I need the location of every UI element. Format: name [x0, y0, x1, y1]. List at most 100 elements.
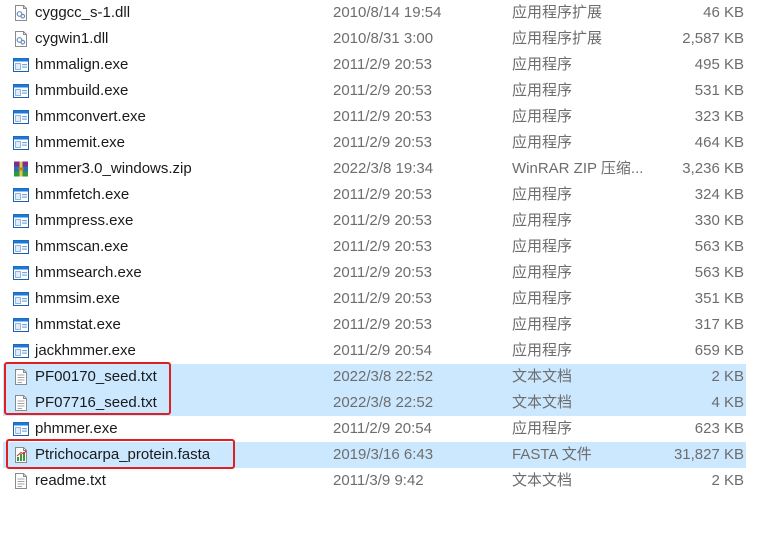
exe-icon — [12, 260, 30, 286]
file-name: hmmer3.0_windows.zip — [35, 160, 192, 177]
file-date-modified: 2011/2/9 20:53 — [333, 212, 432, 229]
file-date-modified: 2022/3/8 22:52 — [333, 368, 434, 385]
file-type: 应用程序 — [512, 342, 573, 359]
file-name: hmmstat.exe — [35, 316, 121, 333]
exe-icon — [12, 234, 30, 260]
file-name: hmmscan.exe — [35, 238, 129, 255]
file-name: jackhmmer.exe — [35, 342, 136, 359]
file-date-modified: 2011/2/9 20:53 — [333, 316, 432, 333]
file-type: 应用程序 — [512, 134, 573, 151]
file-date-modified: 2022/3/8 19:34 — [333, 160, 434, 177]
file-type: 文本文档 — [512, 368, 573, 385]
file-name: hmmalign.exe — [35, 56, 129, 73]
file-date-modified: 2011/2/9 20:53 — [333, 82, 432, 99]
file-name: hmmsearch.exe — [35, 264, 142, 281]
file-name: hmmbuild.exe — [35, 82, 129, 99]
file-date-modified: 2011/2/9 20:53 — [333, 186, 432, 203]
exe-icon — [12, 78, 30, 104]
file-date-modified: 2010/8/14 19:54 — [333, 4, 442, 21]
file-row[interactable]: cyggcc_s-1.dll 2010/8/14 19:54 应用程序扩展 46 KB — [0, 0, 782, 26]
exe-icon — [12, 286, 30, 312]
file-size: 563 KB — [694, 238, 744, 255]
file-size: 351 KB — [694, 290, 744, 307]
file-name: readme.txt — [35, 472, 106, 489]
file-name: hmmfetch.exe — [35, 186, 130, 203]
file-row[interactable]: hmmfetch.exe 2011/2/9 20:53 应用程序 324 KB — [0, 182, 782, 208]
file-row[interactable]: jackhmmer.exe 2011/2/9 20:54 应用程序 659 KB — [0, 338, 782, 364]
exe-icon — [12, 52, 30, 78]
file-size: 31,827 KB — [673, 446, 744, 463]
file-type: WinRAR ZIP 压缩... — [512, 160, 644, 177]
file-type: 应用程序 — [512, 238, 573, 255]
file-name: hmmpress.exe — [35, 212, 134, 229]
annotation-box-seed-files — [4, 362, 171, 415]
file-name: hmmconvert.exe — [35, 108, 146, 125]
file-size: 2 KB — [711, 472, 744, 489]
file-row[interactable]: hmmemit.exe 2011/2/9 20:53 应用程序 464 KB — [0, 130, 782, 156]
file-row[interactable]: hmmalign.exe 2011/2/9 20:53 应用程序 495 KB — [0, 52, 782, 78]
file-row[interactable]: cygwin1.dll 2010/8/31 3:00 应用程序扩展 2,587 KB — [0, 26, 782, 52]
file-size: 563 KB — [694, 264, 744, 281]
exe-icon — [12, 104, 30, 130]
file-name: hmmsim.exe — [35, 290, 121, 307]
file-date-modified: 2011/3/9 9:42 — [333, 472, 424, 489]
file-size: 531 KB — [694, 82, 744, 99]
file-date-modified: 2011/2/9 20:54 — [333, 342, 432, 359]
file-type: 应用程序 — [512, 108, 573, 125]
file-row[interactable]: hmmbuild.exe 2011/2/9 20:53 应用程序 531 KB — [0, 78, 782, 104]
file-list: cyggcc_s-1.dll 2010/8/14 19:54 应用程序扩展 46 KB… — [0, 0, 782, 558]
file-date-modified: 2011/2/9 20:53 — [333, 134, 432, 151]
file-date-modified: 2010/8/31 3:00 — [333, 30, 434, 47]
file-row[interactable]: hmmsim.exe 2011/2/9 20:53 应用程序 351 KB — [0, 286, 782, 312]
file-size: 323 KB — [694, 108, 744, 125]
file-name: cyggcc_s-1.dll — [35, 4, 131, 21]
file-size: 4 KB — [711, 394, 744, 411]
exe-icon — [12, 130, 30, 156]
file-row[interactable]: hmmer3.0_windows.zip 2022/3/8 19:34 WinRAR… — [0, 156, 782, 182]
file-name: hmmemit.exe — [35, 134, 126, 151]
file-row[interactable]: readme.txt 2011/3/9 9:42 文本文档 2 KB — [0, 468, 782, 494]
file-type: 应用程序 — [512, 316, 573, 333]
file-date-modified: 2011/2/9 20:53 — [333, 290, 432, 307]
dll-icon — [12, 26, 30, 52]
file-date-modified: 2022/3/8 22:52 — [333, 394, 434, 411]
file-size: 46 KB — [703, 4, 744, 21]
file-type: 应用程序 — [512, 264, 573, 281]
file-type: 应用程序 — [512, 290, 573, 307]
file-type: 应用程序 — [512, 420, 573, 437]
file-date-modified: 2011/2/9 20:53 — [333, 56, 432, 73]
file-type: 应用程序扩展 — [512, 30, 603, 47]
file-row[interactable]: hmmstat.exe 2011/2/9 20:53 应用程序 317 KB — [0, 312, 782, 338]
text-file-icon — [12, 468, 30, 494]
file-type: 应用程序 — [512, 212, 573, 229]
file-type: 应用程序扩展 — [512, 4, 603, 21]
file-size: 464 KB — [694, 134, 744, 151]
file-row[interactable]: hmmpress.exe 2011/2/9 20:53 应用程序 330 KB — [0, 208, 782, 234]
winrar-archive-icon — [12, 156, 30, 182]
file-size: 659 KB — [694, 342, 744, 359]
file-date-modified: 2011/2/9 20:54 — [333, 420, 432, 437]
file-row[interactable]: hmmconvert.exe 2011/2/9 20:53 应用程序 323 KB — [0, 104, 782, 130]
file-size: 317 KB — [694, 316, 744, 333]
file-type: 文本文档 — [512, 394, 573, 411]
file-type: 应用程序 — [512, 82, 573, 99]
file-type: 应用程序 — [512, 186, 573, 203]
file-type: 文本文档 — [512, 472, 573, 489]
exe-icon — [12, 208, 30, 234]
exe-icon — [12, 312, 30, 338]
file-row[interactable]: hmmsearch.exe 2011/2/9 20:53 应用程序 563 KB — [0, 260, 782, 286]
file-date-modified: 2019/3/16 6:43 — [333, 446, 434, 463]
file-size: 3,236 KB — [682, 160, 744, 177]
dll-icon — [12, 0, 30, 26]
file-size: 623 KB — [694, 420, 744, 437]
file-date-modified: 2011/2/9 20:53 — [333, 238, 432, 255]
file-row[interactable]: hmmscan.exe 2011/2/9 20:53 应用程序 563 KB — [0, 234, 782, 260]
file-name: cygwin1.dll — [35, 30, 109, 47]
file-date-modified: 2011/2/9 20:53 — [333, 108, 432, 125]
file-date-modified: 2011/2/9 20:53 — [333, 264, 432, 281]
file-size: 330 KB — [694, 212, 744, 229]
exe-icon — [12, 338, 30, 364]
file-type: 应用程序 — [512, 56, 573, 73]
file-type: FASTA 文件 — [512, 446, 592, 463]
file-size: 2,587 KB — [682, 30, 744, 47]
